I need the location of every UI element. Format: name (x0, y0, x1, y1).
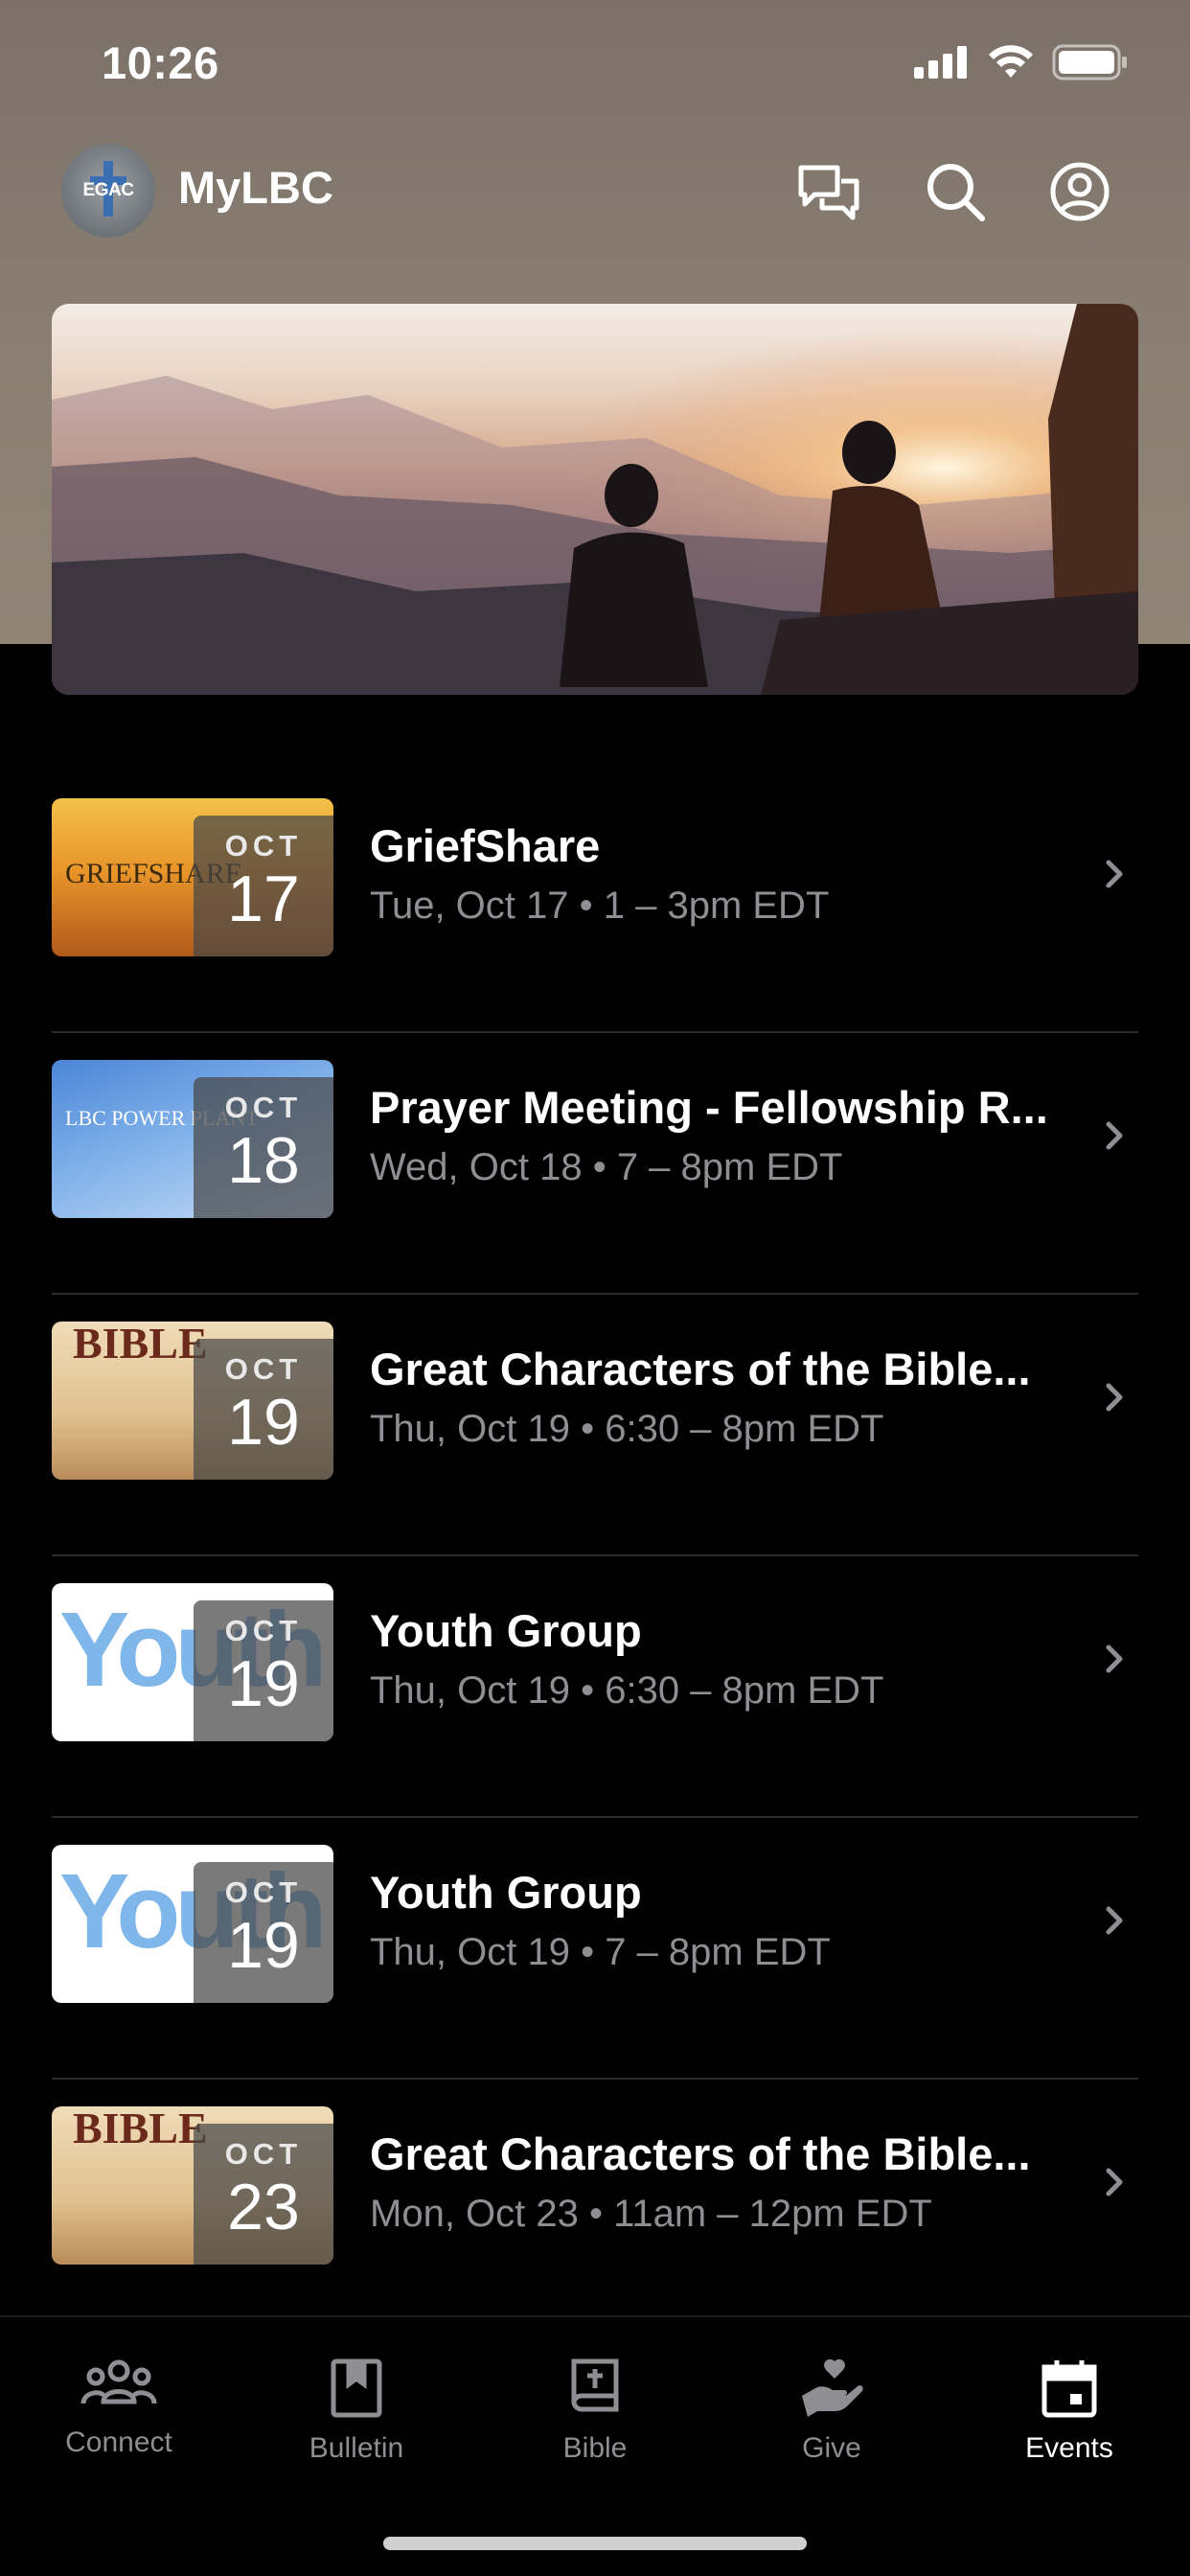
event-month: OCT (224, 1614, 303, 1647)
event-datetime: Wed, Oct 18 • 7 – 8pm EDT (370, 1146, 843, 1188)
event-title: GriefShare (370, 820, 601, 871)
date-chip: OCT 19 (194, 1339, 333, 1480)
event-thumbnail: LBC POWER PLANT OCT 18 (52, 1060, 333, 1218)
event-datetime: Mon, Oct 23 • 11am – 12pm EDT (370, 2193, 932, 2235)
tab-label: Bulletin (309, 2432, 404, 2464)
status-time: 10:26 (102, 37, 219, 88)
event-datetime: Tue, Oct 17 • 1 – 3pm EDT (370, 885, 830, 927)
church-logo[interactable]: EGAC (61, 144, 155, 238)
event-day: 23 (227, 2171, 300, 2243)
event-datetime: Thu, Oct 19 • 6:30 – 8pm EDT (370, 1669, 884, 1712)
app-title: MyLBC (178, 162, 333, 213)
wifi-icon (989, 45, 1033, 78)
battery-icon (1052, 44, 1127, 80)
event-thumbnail: GRIEFSHARE OCT 17 (52, 798, 333, 956)
event-month: OCT (224, 1875, 303, 1909)
cellular-signal-icon (914, 46, 967, 79)
events-list: GRIEFSHARE OCT 17 GriefShare Tue, Oct 17… (52, 771, 1138, 2341)
event-day: 19 (227, 1386, 300, 1459)
event-row[interactable]: LBC POWER PLANT OCT 18 Prayer Meeting - … (52, 1033, 1138, 1295)
event-title: Great Characters of the Bible... (370, 2128, 1031, 2179)
messages-button[interactable] (788, 150, 870, 233)
event-thumbnail: Youth OCT 19 (52, 1583, 333, 1741)
chevron-right-icon (1106, 1644, 1123, 1673)
home-indicator[interactable] (383, 2537, 807, 2550)
thumbnail-text: BIBLE (73, 2106, 208, 2152)
chevron-right-icon (1106, 1906, 1123, 1935)
date-chip: OCT 19 (194, 1862, 333, 2003)
tab-bible[interactable]: Bible (490, 2358, 700, 2465)
tab-label: Events (1025, 2432, 1113, 2464)
account-icon (1050, 162, 1110, 221)
date-chip: OCT 19 (194, 1600, 333, 1741)
app-screen: 10:26 EGAC MyLBC GRIEFSHARE OCT 17 Grief… (0, 0, 1190, 2576)
chat-icon (798, 165, 859, 220)
bookmark-book-icon (331, 2358, 382, 2418)
event-row[interactable]: BIBLE OCT 19 Great Characters of the Bib… (52, 1295, 1138, 1556)
event-month: OCT (224, 1091, 303, 1124)
date-chip: OCT 18 (194, 1077, 333, 1218)
event-title: Great Characters of the Bible... (370, 1344, 1031, 1394)
tab-bulletin[interactable]: Bulletin (251, 2358, 462, 2465)
app-header: EGAC MyLBC (0, 139, 1190, 241)
hero-banner-image[interactable] (52, 304, 1138, 695)
date-chip: OCT 23 (194, 2124, 333, 2265)
event-title: Prayer Meeting - Fellowship R... (370, 1082, 1048, 1133)
chevron-right-icon (1106, 2168, 1123, 2196)
bible-icon (571, 2358, 619, 2412)
account-button[interactable] (1039, 150, 1121, 233)
chevron-right-icon (1106, 1121, 1123, 1150)
event-row[interactable]: Youth OCT 19 Youth Group Thu, Oct 19 • 6… (52, 1556, 1138, 1818)
event-row[interactable]: Youth OCT 19 Youth Group Thu, Oct 19 • 7… (52, 1818, 1138, 2080)
event-day: 19 (227, 1909, 300, 1982)
tab-connect[interactable]: Connect (13, 2358, 224, 2459)
event-title: Youth Group (370, 1867, 642, 1918)
tab-give[interactable]: Give (726, 2358, 937, 2465)
event-month: OCT (224, 829, 303, 862)
search-icon (927, 164, 985, 221)
event-day: 17 (227, 862, 300, 935)
event-row[interactable]: BIBLE OCT 23 Great Characters of the Bib… (52, 2080, 1138, 2341)
tab-label: Give (802, 2432, 861, 2464)
tab-label: Bible (562, 2432, 628, 2464)
event-thumbnail: BIBLE OCT 19 (52, 1322, 333, 1480)
event-thumbnail: Youth OCT 19 (52, 1845, 333, 2003)
date-chip: OCT 17 (194, 816, 333, 956)
people-icon (80, 2359, 157, 2404)
sunset-mountain-illustration (52, 304, 1138, 695)
thumbnail-text: BIBLE (73, 1322, 208, 1368)
event-datetime: Thu, Oct 19 • 6:30 – 8pm EDT (370, 1408, 884, 1450)
event-month: OCT (224, 1352, 303, 1386)
give-heart-hand-icon (802, 2358, 863, 2417)
event-title: Youth Group (370, 1605, 642, 1656)
chevron-right-icon (1106, 860, 1123, 888)
calendar-icon (1041, 2360, 1097, 2418)
event-thumbnail: BIBLE OCT 23 (52, 2106, 333, 2265)
chevron-right-icon (1106, 1383, 1123, 1412)
status-icons (914, 44, 1129, 80)
status-bar: 10:26 (0, 0, 1190, 134)
event-month: OCT (224, 2137, 303, 2171)
event-row[interactable]: GRIEFSHARE OCT 17 GriefShare Tue, Oct 17… (52, 771, 1138, 1033)
logo-text: EGAC (82, 180, 134, 200)
event-day: 18 (227, 1124, 300, 1197)
search-button[interactable] (914, 150, 996, 233)
event-day: 19 (227, 1647, 300, 1720)
event-datetime: Thu, Oct 19 • 7 – 8pm EDT (370, 1931, 831, 1973)
tab-label: Connect (65, 2426, 172, 2458)
tab-events[interactable]: Events (964, 2358, 1175, 2465)
